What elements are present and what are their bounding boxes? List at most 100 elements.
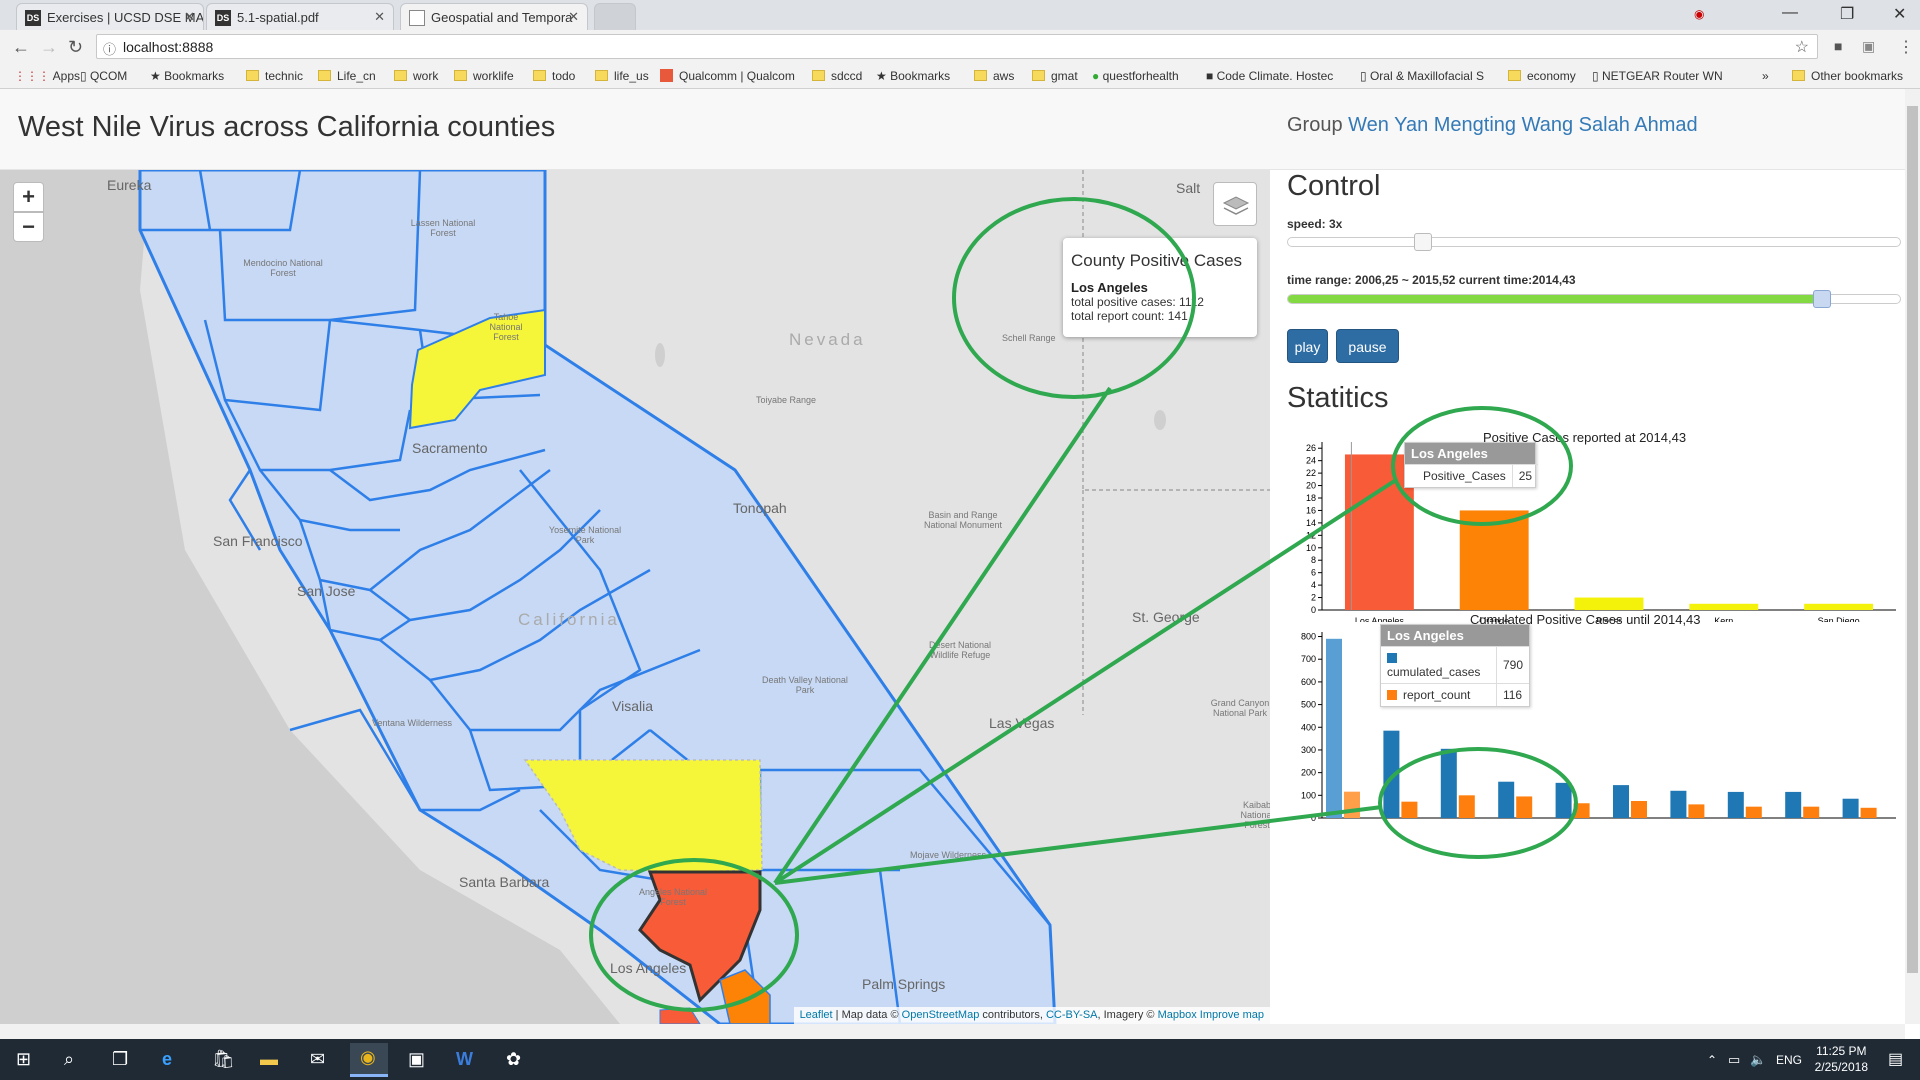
y-tick-label: 26 [1306,443,1316,453]
menu-icon[interactable]: ⋮ [1898,37,1914,57]
play-button[interactable]: play [1287,329,1328,363]
bookmark-item[interactable]: ■ Code Climate. Hostec [1206,69,1333,83]
bookmark-item[interactable]: ▯ Oral & Maxillofacial S [1360,69,1484,83]
y-tick-label: 2 [1311,593,1316,603]
bookmark-folder[interactable]: gmat [1032,69,1078,83]
profile-icon[interactable]: ◉ [1694,7,1704,21]
back-icon[interactable]: ← [12,37,30,58]
browser-tab-active[interactable]: Geospatial and Tempora ✕ [400,3,588,30]
y-tick-label: 6 [1311,568,1316,578]
bookmark-apps[interactable]: ⋮⋮⋮ Apps [14,69,80,83]
improve-map-link[interactable]: Improve map [1200,1009,1264,1021]
bar-cumulated-cases [1842,798,1859,818]
store-icon[interactable]: 🛍 [212,1049,235,1070]
terminal-icon[interactable]: ▣ [408,1049,425,1070]
chrome-taskbar-button[interactable]: ◉ [350,1043,388,1077]
app-icon[interactable]: ✿ [506,1049,521,1070]
windows-taskbar: ⊞ ⌕ ❐ e 🛍 ▬ ✉ ◉ ▣ W ✿ ⌃ ▭ 🔈 ENG 11:25 PM… [0,1039,1920,1080]
time-slider-handle[interactable] [1813,290,1832,308]
browser-tab[interactable]: DS Exercises | UCSD DSE MA ✕ [16,3,204,30]
y-tick-label: 500 [1301,700,1316,710]
speed-slider-handle[interactable] [1414,233,1433,251]
reload-icon[interactable]: ↻ [68,37,83,58]
bookmark-folder[interactable]: Life_cn [318,69,376,83]
star-icon[interactable]: ☆ [1795,37,1809,57]
extension-icon[interactable]: ■ [1834,38,1842,54]
bookmark-folder[interactable]: Other bookmarks [1792,69,1903,83]
bookmark-item[interactable]: ★ Bookmarks [150,69,224,83]
notifications-icon[interactable]: ▤ [1888,1049,1903,1069]
new-tab-button[interactable] [594,3,636,30]
map-container[interactable]: + − Eureka Salt Nevada Sacramento San Fr… [0,170,1270,1024]
task-view-icon[interactable]: ❐ [112,1049,128,1070]
system-clock[interactable]: 11:25 PM 2/25/2018 [1815,1043,1868,1075]
info-icon[interactable]: ⓘ [103,39,116,58]
browser-tab[interactable]: DS 5.1-spatial.pdf ✕ [206,3,394,30]
bookmark-folder[interactable]: worklife [454,69,514,83]
y-tick-label: 10 [1306,543,1316,553]
bookmark-item[interactable]: ★ Bookmarks [876,69,950,83]
leaflet-link[interactable]: Leaflet [800,1009,833,1021]
map-attribution: Leaflet | Map data © OpenStreetMap contr… [793,1007,1270,1024]
mapbox-link[interactable]: Mapbox [1158,1009,1197,1021]
url-input[interactable]: ⓘ localhost:8888 ☆ [96,34,1818,59]
bookmark-item[interactable]: ● questforhealth [1092,69,1179,83]
language-indicator[interactable]: ENG [1776,1053,1802,1067]
tooltip-value: 25 [1511,464,1539,487]
mail-icon[interactable]: ✉ [310,1049,325,1070]
tooltip-key: cumulated_cases [1387,665,1481,679]
close-window-icon[interactable]: ✕ [1893,4,1906,24]
map-label: Basin and Range National Monument [923,510,1003,530]
close-tab-icon[interactable]: ✕ [568,9,579,25]
page-favicon-icon [409,10,425,26]
search-icon[interactable]: ⌕ [64,1049,74,1070]
zoom-out-button[interactable]: − [13,212,44,242]
close-tab-icon[interactable]: ✕ [374,9,385,25]
horizontal-scrollbar[interactable] [0,1024,1905,1039]
bar [1804,603,1874,610]
tray-overflow-icon[interactable]: ⌃ [1707,1053,1717,1067]
time-slider[interactable] [1287,290,1901,308]
bookmark-item[interactable]: ▯ QCOM [80,69,127,83]
bookmark-folder[interactable]: life_us [595,69,649,83]
x-tick-label: San Diego [1818,616,1860,622]
extension-icon[interactable]: ▣ [1862,38,1875,55]
bookmark-folder[interactable]: sdccd [812,69,862,83]
side-panel: Control speed: 3x time range: 2006,25 ~ … [1270,170,1905,1024]
layers-control-button[interactable] [1213,182,1257,226]
bookmark-folder[interactable]: work [394,69,438,83]
edge-icon[interactable]: e [162,1049,172,1070]
word-icon[interactable]: W [456,1049,473,1070]
bookmark-item[interactable]: ▯ NETGEAR Router WN [1592,69,1723,83]
pause-button[interactable]: pause [1336,329,1399,363]
minimize-icon[interactable]: — [1782,4,1798,22]
bookmarks-overflow[interactable]: » [1762,69,1769,83]
zoom-in-button[interactable]: + [13,182,44,212]
restore-icon[interactable]: ❐ [1840,4,1854,24]
speed-slider[interactable] [1287,233,1901,251]
map-label: Lassen National Forest [410,218,476,238]
tooltip-title: Los Angeles [1405,443,1535,464]
bookmark-folder[interactable]: technic [246,69,303,83]
bookmark-item[interactable]: Qualcomm | Qualcom [660,69,795,83]
bar-report-count [1573,803,1590,818]
bookmark-folder[interactable]: todo [533,69,575,83]
vertical-scrollbar[interactable] [1905,89,1920,1024]
map-label: Yosemite National Park [548,525,622,545]
county-popup: County Positive Cases Los Angeles total … [1063,238,1257,337]
file-explorer-icon[interactable]: ▬ [260,1049,278,1070]
bar-report-count [1745,806,1762,818]
osm-link[interactable]: OpenStreetMap [902,1009,980,1021]
group-names-link[interactable]: Wen Yan Mengting Wang Salah Ahmad [1348,114,1697,136]
windows-start-icon[interactable]: ⊞ [16,1049,31,1070]
bookmark-folder[interactable]: economy [1508,69,1576,83]
x-tick-label: Los Angeles [1355,616,1405,622]
volume-icon[interactable]: 🔈 [1750,1052,1766,1068]
forward-icon[interactable]: → [40,37,58,58]
close-tab-icon[interactable]: ✕ [184,9,195,25]
bar-cumulated-cases [1440,748,1457,818]
network-icon[interactable]: ▭ [1728,1052,1740,1068]
bookmark-folder[interactable]: aws [974,69,1014,83]
license-link[interactable]: CC-BY-SA [1046,1009,1098,1021]
scrollbar-thumb[interactable] [1907,106,1918,973]
